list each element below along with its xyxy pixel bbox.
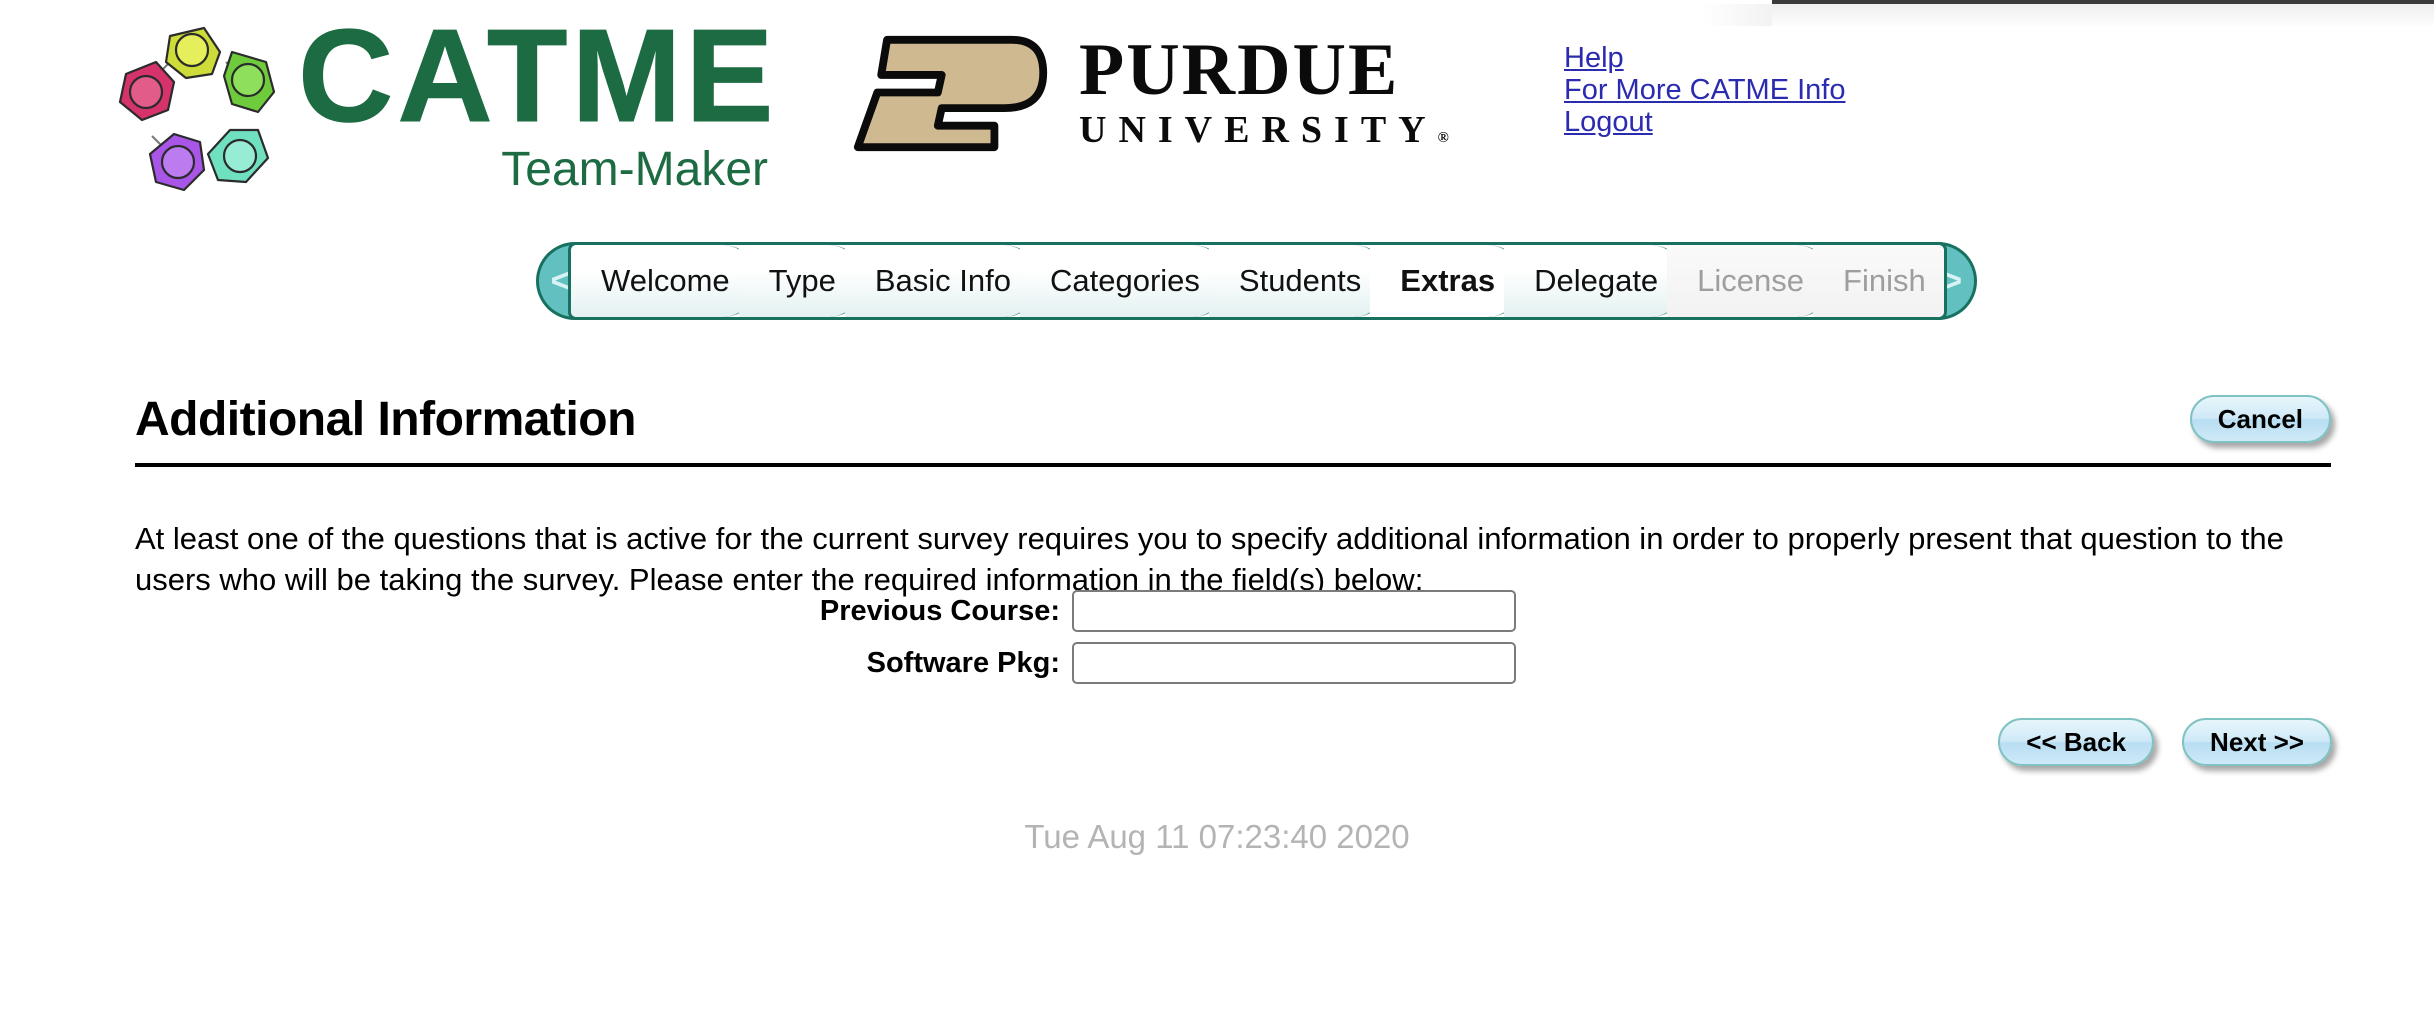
- software-pkg-input[interactable]: [1072, 642, 1516, 684]
- purdue-p-logo-icon: [853, 35, 1048, 152]
- wizard-step-welcome[interactable]: Welcome: [571, 245, 759, 317]
- wizard-step-license: License: [1667, 245, 1834, 317]
- wizard-step-basic-info[interactable]: Basic Info: [844, 245, 1040, 317]
- wizard-step-categories[interactable]: Categories: [1019, 245, 1229, 317]
- wizard-footer-buttons: << Back Next >>: [0, 718, 2434, 766]
- form-row-software-pkg: Software Pkg:: [0, 642, 2434, 684]
- cancel-button[interactable]: Cancel: [2189, 395, 2331, 443]
- logout-link[interactable]: Logout: [1564, 106, 1653, 138]
- page-title: Additional Information: [135, 392, 636, 446]
- purdue-university-word: UNIVERSITY®: [1079, 109, 1449, 152]
- previous-course-label: Previous Course:: [819, 594, 1060, 627]
- purdue-university-text: UNIVERSITY: [1079, 109, 1438, 152]
- page-title-row: Additional Information Cancel: [135, 384, 2331, 454]
- site-header: CATME Team-Maker PURDUE UNIVERSITY® Help…: [0, 0, 2434, 215]
- wizard-step-extras[interactable]: Extras: [1370, 245, 1525, 317]
- catme-wordmark: CATME Team-Maker: [298, 6, 775, 196]
- additional-info-form: Previous Course: Software Pkg:: [0, 590, 2434, 694]
- intro-paragraph: At least one of the questions that is ac…: [135, 521, 2284, 598]
- next-button[interactable]: Next >>: [2182, 718, 2332, 766]
- registered-trademark-icon: ®: [1437, 130, 1449, 147]
- form-row-previous-course: Previous Course:: [0, 590, 2434, 632]
- software-pkg-label: Software Pkg:: [866, 646, 1060, 679]
- previous-course-input[interactable]: [1072, 590, 1516, 632]
- purdue-university-logo: PURDUE UNIVERSITY®: [848, 28, 1449, 158]
- wizard-step-nav: < Welcome Type Basic Info Categories Stu…: [536, 242, 1977, 320]
- wizard-step-track: Welcome Type Basic Info Categories Stude…: [568, 242, 1947, 320]
- title-divider: [135, 463, 2331, 467]
- catme-tagline: Team-Maker: [501, 143, 768, 196]
- purdue-name: PURDUE: [1079, 28, 1400, 111]
- back-button[interactable]: << Back: [1998, 718, 2155, 766]
- catme-name: CATME: [298, 2, 778, 149]
- header-links: Help For More CATME Info Logout: [1564, 42, 1845, 138]
- server-timestamp: Tue Aug 11 07:23:40 2020: [1024, 818, 1410, 855]
- catme-people-circle-icon: [118, 26, 276, 192]
- more-catme-info-link[interactable]: For More CATME Info: [1564, 74, 1845, 106]
- wizard-step-finish: Finish: [1813, 245, 1944, 317]
- wizard-step-students[interactable]: Students: [1208, 245, 1391, 317]
- help-link[interactable]: Help: [1564, 42, 1624, 74]
- wizard-step-delegate[interactable]: Delegate: [1504, 245, 1688, 317]
